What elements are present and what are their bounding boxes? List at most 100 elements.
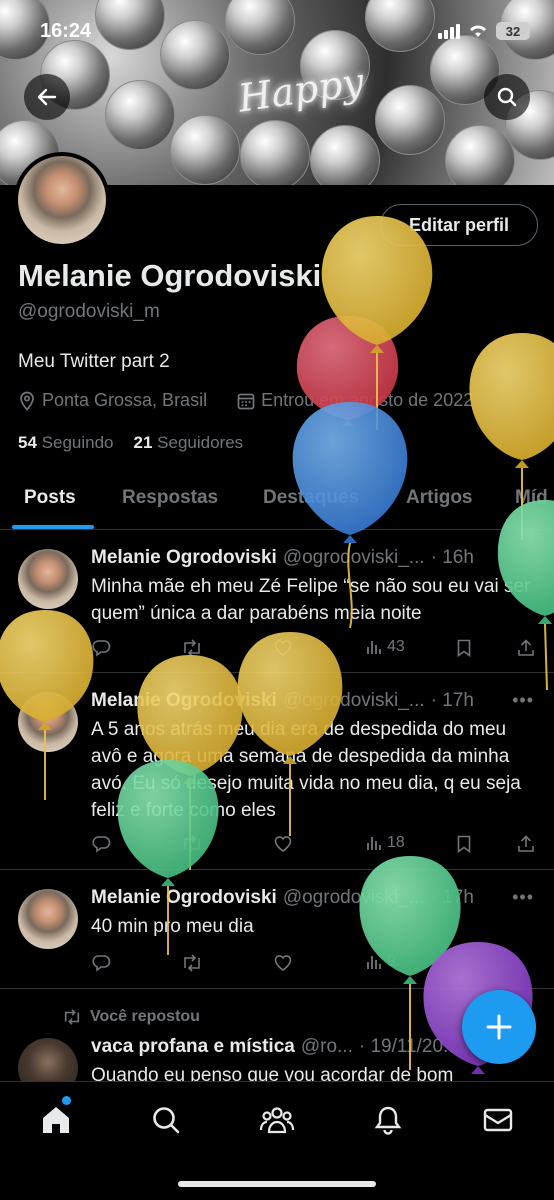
views-icon [367,837,381,850]
nav-messages[interactable] [478,1100,518,1140]
nav-communities[interactable] [257,1100,297,1140]
battery-indicator: 32 [496,22,530,40]
post-author-handle: @ogrodoviski_... [282,887,425,908]
share-icon [518,639,534,656]
post-header: Melanie Ogrodoviski @ogrodoviski_... · 1… [91,887,474,909]
post-author-name[interactable]: Melanie Ogrodoviski [91,887,277,909]
notification-dot [62,1096,71,1105]
post-more-button[interactable]: ••• [512,690,534,711]
reply-button[interactable] [91,638,111,658]
bookmark-button[interactable] [455,834,473,854]
post-actions: 43 [91,638,539,662]
banner-neon-text: Happy [235,59,367,121]
communities-icon [259,1107,295,1134]
profile-avatar[interactable] [14,152,110,248]
post-header: Melanie Ogrodoviski @ogrodoviski_... · 1… [91,547,474,569]
post-more-button[interactable]: ••• [512,887,534,908]
profile-bio: Meu Twitter part 2 [18,351,170,372]
retweet-icon [184,954,200,972]
signal-icon [438,23,460,39]
post-text: Minha mãe eh meu Zé Felipe “se não sou e… [91,576,531,624]
views-count: 18 [387,834,405,851]
followers-count: 21 [133,433,153,452]
repost-indicator: Você repostou [62,1008,200,1026]
post-time: · 17h [430,887,474,908]
profile-tabs: Posts Respostas Destaques Artigos Míd [0,470,554,530]
post-actions: 9 [91,953,539,977]
followers-link[interactable]: 21 Seguidores [134,433,244,453]
arrow-left-icon [37,88,57,106]
back-button[interactable] [24,74,70,120]
share-icon [518,835,534,852]
post-author-handle: @ogrodoviski_... [282,690,425,711]
wifi-icon [470,25,486,37]
home-indicator [178,1181,376,1187]
post-item[interactable]: Melanie Ogrodoviski @ogrodoviski_... · 1… [0,674,554,870]
retweet-button[interactable] [181,834,203,854]
post-actions: 18 [91,834,539,858]
reply-button[interactable] [91,834,111,854]
followers-label: Seguidores [157,433,244,452]
bookmark-button[interactable] [455,638,473,658]
search-button[interactable] [484,74,530,120]
retweet-icon [184,639,200,657]
post-avatar[interactable] [18,889,78,949]
post-time: · 17h [430,690,474,711]
post-item[interactable]: Melanie Ogrodoviski @ogrodoviski_... · 1… [0,871,554,989]
share-button[interactable] [516,834,536,854]
bookmark-icon [457,639,471,658]
views-count: 43 [387,638,405,655]
post-text: 40 min pro meu dia [91,916,254,937]
bell-icon [374,1106,402,1135]
location-pin-icon [20,391,34,411]
views-button[interactable]: 18 [365,834,405,852]
reply-icon [92,955,111,972]
profile-name: Melanie Ogrodoviski [18,258,322,293]
profile-handle: @ogrodoviski_m [18,301,160,322]
heart-icon [274,640,292,656]
like-button[interactable] [273,953,293,973]
tab-midia[interactable]: Míd [515,487,548,509]
share-button[interactable] [516,638,536,658]
tab-posts[interactable]: Posts [24,487,76,509]
retweet-button[interactable] [181,953,203,973]
like-button[interactable] [273,834,293,854]
nav-notifications[interactable] [368,1100,408,1140]
views-button[interactable]: 9 [365,953,396,971]
home-icon [43,1107,69,1133]
retweet-button[interactable] [181,638,203,658]
tab-respostas[interactable]: Respostas [122,487,218,509]
edit-profile-button[interactable]: Editar perfil [380,204,538,246]
views-button[interactable]: 43 [365,638,405,656]
plus-icon [486,1014,512,1040]
views-icon [367,956,381,969]
repost-label: Você repostou [90,1008,200,1025]
post-author-name[interactable]: Melanie Ogrodoviski [91,547,277,569]
nav-home[interactable] [36,1100,76,1140]
reply-button[interactable] [91,953,111,973]
post-item[interactable]: Melanie Ogrodoviski @ogrodoviski_... · 1… [0,531,554,673]
like-button[interactable] [273,638,293,658]
follow-counts: 54 Seguindo 21 Seguidores [18,433,243,453]
status-icons: 32 [438,22,530,40]
post-avatar[interactable] [18,549,78,609]
bookmark-icon [457,835,471,854]
post-header: vaca profana e mística @ro... · 19/11/20… [91,1036,459,1058]
nav-explore[interactable] [146,1100,186,1140]
retweet-icon [64,1009,80,1025]
tab-destaques[interactable]: Destaques [263,487,359,509]
reply-icon [92,836,111,853]
following-link[interactable]: 54 Seguindo [18,433,114,453]
calendar-icon [237,393,255,409]
search-icon [497,87,517,107]
tab-artigos[interactable]: Artigos [406,487,473,509]
post-header: Melanie Ogrodoviski @ogrodoviski_... · 1… [91,690,474,712]
views-count: 9 [387,953,396,970]
post-avatar[interactable] [18,692,78,752]
compose-button[interactable] [462,990,536,1064]
heart-icon [274,955,292,971]
reply-icon [92,640,111,657]
retweet-icon [184,835,200,853]
post-author-name[interactable]: vaca profana e mística [91,1036,295,1058]
post-author-name[interactable]: Melanie Ogrodoviski [91,690,277,712]
